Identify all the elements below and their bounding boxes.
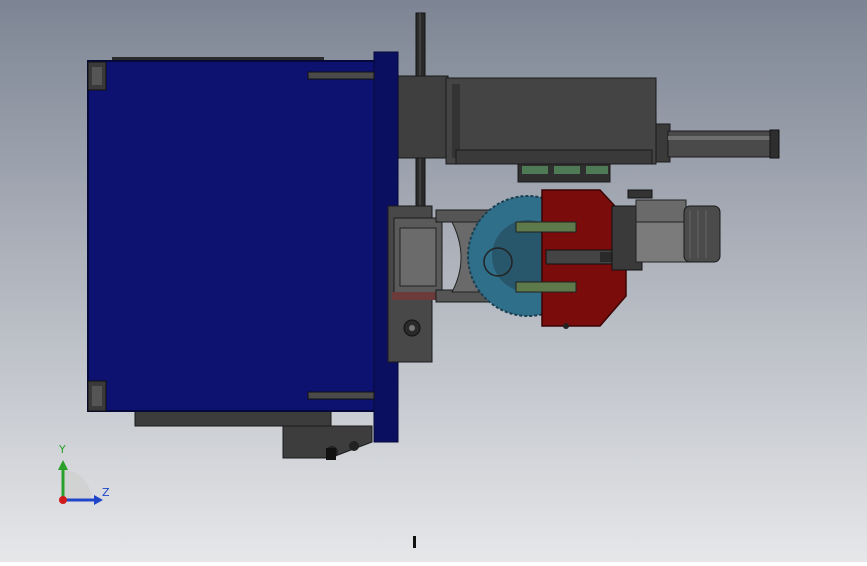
blue-main-housing[interactable] xyxy=(87,51,399,443)
origin-marker xyxy=(413,536,416,548)
x-axis-dot xyxy=(59,496,67,504)
cad-graphics-viewport[interactable]: Y Z xyxy=(0,0,867,562)
cad-model-svg[interactable] xyxy=(0,0,867,562)
